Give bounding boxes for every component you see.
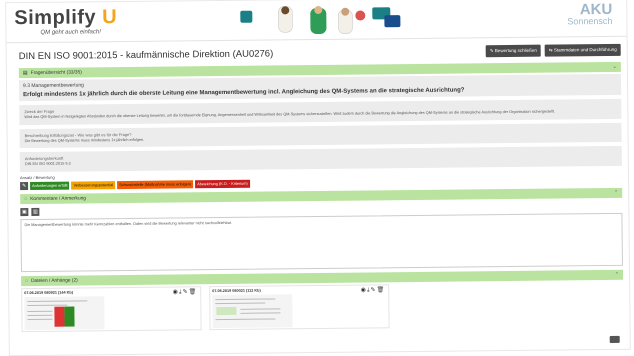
logo-text: Simplify: [14, 6, 97, 30]
app-window: Simplify U QM geht auch einfach! AKU Son…: [6, 0, 630, 356]
description-box: Beschreibung Erfüllungsziel - Wie was gi…: [19, 122, 622, 149]
delete-icon[interactable]: 🗑: [189, 289, 198, 295]
question-overview-label: Fragenübersicht (33/35): [30, 70, 82, 77]
rating-weakness-button[interactable]: Schwachstelle (Maßnahme muss erfolgen): [117, 179, 194, 189]
header-buttons: ✎ Bewertung schließen ⇆ Stammdaten und D…: [485, 43, 621, 58]
brand-right-sub: Sonnensch: [567, 15, 613, 27]
attachments-list: 07.06.2019 080921 (144 Kb) ◉⤓✎🗑 07.06.20…: [21, 281, 623, 332]
brand-right: AKU Sonnensch: [567, 1, 612, 26]
tagline: QM geht auch einfach!: [40, 29, 101, 36]
rating-improvement-button[interactable]: Verbesserungspotential: [71, 180, 116, 190]
rating-fulfilled-button[interactable]: Anforderungen erfüllt: [30, 181, 70, 190]
top-banner: Simplify U QM geht auch einfach! AKU Son…: [6, 0, 627, 44]
question-header: 9.3 Managementbewertung Erfolgt mindeste…: [18, 73, 622, 102]
chevron-up-icon[interactable]: ⌃: [615, 271, 619, 277]
attachment-actions: ◉⤓✎🗑: [361, 286, 386, 294]
chevron-down-icon[interactable]: ⌄: [613, 64, 617, 70]
files-label: Dateien / Anhänge (2): [31, 278, 78, 284]
master-data-button[interactable]: ⇆ Stammdaten und Durchführung: [544, 43, 621, 57]
attachment-thumbnail: [212, 293, 293, 328]
comment-icon: ◌: [24, 195, 28, 202]
comment-text: Die Managementbewertung könnte mehr Kenn…: [24, 220, 232, 227]
attachment-card[interactable]: 07.06.2019 080921 (144 Kb) ◉⤓✎🗑: [21, 285, 202, 332]
page-title: DIN EN ISO 9001:2015 - kaufmännische Dir…: [18, 47, 274, 62]
list-icon: ▤: [22, 70, 28, 77]
logo-accent: U: [102, 6, 118, 29]
attachment-actions: ◉⤓✎🗑: [173, 288, 198, 296]
delete-icon[interactable]: ▥: [31, 207, 40, 216]
attachment-card[interactable]: 07.06.2019 080021 (112 Kb) ◉⤓✎🗑: [209, 283, 390, 330]
logo: Simplify U: [14, 6, 117, 30]
banner-illustration: [240, 5, 401, 35]
comments-bar[interactable]: ◌ Kommentare / Anmerkung ⌃: [20, 187, 623, 204]
scroll-to-top-button[interactable]: [609, 335, 620, 343]
attachment-icon: ◌: [25, 277, 29, 284]
delete-icon[interactable]: 🗑: [377, 287, 386, 293]
comments-label: Kommentare / Anmerkung: [30, 195, 86, 202]
rating-deviation-button[interactable]: Abweichung (K.O. - Kriterium): [195, 179, 250, 188]
purpose-box: Zweck der Frage Wird das QM-System in fe…: [19, 98, 622, 125]
attachment-thumbnail: [24, 295, 105, 330]
edit-icon[interactable]: ✎: [20, 181, 29, 190]
chevron-up-icon[interactable]: ⌃: [614, 189, 618, 195]
close-rating-button[interactable]: ✎ Bewertung schließen: [485, 44, 541, 58]
comment-textarea[interactable]: Die Managementbewertung könnte mehr Kenn…: [20, 212, 623, 272]
requirement-box: Anforderungsherkunft DIN EN ISO 9001:201…: [19, 145, 622, 172]
save-icon[interactable]: ▣: [20, 207, 29, 216]
